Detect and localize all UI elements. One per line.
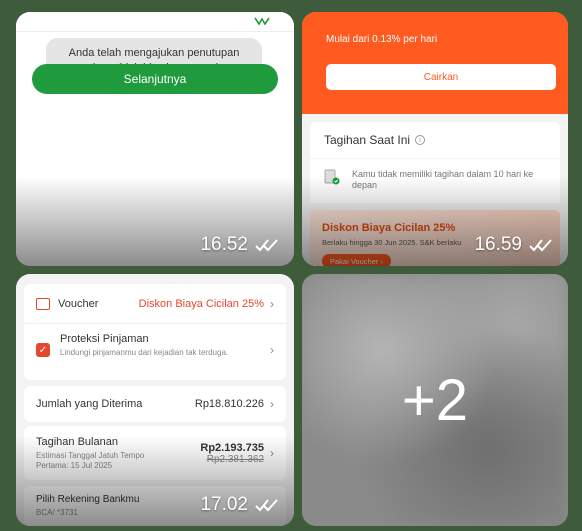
time-text: 16.59 [474, 234, 522, 255]
media-album: Anda telah mengajukan penutupan akun, ti… [0, 0, 582, 531]
bill-empty-state: Kamu tidak memiliki tagihan dalam 10 har… [310, 159, 560, 203]
received-label: Jumlah yang Diterima [36, 398, 143, 410]
monthly-value: Rp2.193.735 [200, 441, 264, 454]
voucher-protection-card: Voucher Diskon Biaya Cicilan 25% › ✓ Pro… [24, 284, 286, 380]
promo-subtitle: Berlaku hingga 30 Jun 2025. S&K berlaku [322, 238, 462, 247]
photo-tile-3[interactable]: Voucher Diskon Biaya Cicilan 25% › ✓ Pro… [16, 274, 294, 526]
timestamp: 17.02 [200, 494, 280, 516]
chevron-right-icon: › [270, 397, 274, 411]
received-row: Jumlah yang Diterima Rp18.810.226 › [24, 386, 286, 422]
due-value: Pertama: 15 Jul 2025 [36, 460, 113, 470]
monthly-bill-card[interactable]: Tagihan Bulanan Estimasi Tanggal Jatuh T… [24, 426, 286, 480]
voucher-icon [36, 297, 50, 310]
rate-text: Mulai dari 0.13% per hari [326, 34, 438, 45]
photo-tile-2[interactable]: Mulai dari 0.13% per hari Cairkan Tagiha… [302, 12, 568, 266]
monthly-old-value: Rp2.381.362 [206, 453, 264, 465]
signal-icon [254, 17, 270, 26]
current-bill-header: Tagihan Saat Ini i [310, 122, 560, 158]
double-check-icon [255, 499, 278, 512]
monthly-label: Tagihan Bulanan [36, 435, 118, 448]
timestamp: 16.59 [474, 234, 554, 256]
top-bar [16, 12, 294, 32]
chevron-right-icon: › [270, 446, 274, 460]
no-bill-text: Kamu tidak memiliki tagihan dalam 10 har… [352, 169, 534, 190]
chevron-right-icon: › [270, 296, 274, 311]
monthly-amounts: Rp2.193.735 Rp2.381.362 [200, 442, 264, 465]
protection-title: Proteksi Pinjaman [60, 333, 149, 345]
timestamp: 16.52 [200, 234, 280, 256]
loan-banner: Mulai dari 0.13% per hari Cairkan [302, 12, 568, 114]
due-label: Estimasi Tanggal Jatuh Tempo [36, 450, 145, 460]
voucher-value: Diskon Biaya Cicilan 25% [138, 297, 264, 310]
more-count: +2 [401, 367, 469, 433]
double-check-icon [529, 239, 552, 252]
withdraw-button[interactable]: Cairkan [326, 64, 556, 90]
photo-tile-more[interactable]: +2 [302, 274, 568, 526]
protection-text: Proteksi Pinjaman Lindungi pinjamanmu da… [60, 333, 264, 358]
use-voucher-button[interactable]: Pakai Voucher › [322, 254, 391, 266]
photo-tile-1[interactable]: Anda telah mengajukan penutupan akun, ti… [16, 12, 294, 266]
monthly-text: Tagihan Bulanan Estimasi Tanggal Jatuh T… [36, 436, 200, 471]
next-button[interactable]: Selanjutnya [32, 64, 278, 94]
time-text: 17.02 [200, 494, 248, 515]
use-voucher-label: Pakai Voucher [330, 256, 379, 266]
info-icon[interactable]: i [415, 135, 426, 145]
checkbox-checked-icon[interactable]: ✓ [36, 343, 50, 357]
promo-title: Diskon Biaya Cicilan 25% [322, 222, 456, 234]
received-card[interactable]: Jumlah yang Diterima Rp18.810.226 › [24, 386, 286, 422]
double-check-icon [255, 239, 278, 252]
time-text: 16.52 [200, 234, 248, 255]
monthly-row: Tagihan Bulanan Estimasi Tanggal Jatuh T… [24, 426, 286, 480]
received-value: Rp18.810.226 [194, 398, 264, 410]
document-check-icon [324, 169, 340, 185]
bill-title: Tagihan Saat Ini [324, 133, 411, 147]
protection-desc: Lindungi pinjamanmu dari kejadian tak te… [60, 348, 229, 357]
voucher-row[interactable]: Voucher Diskon Biaya Cicilan 25% › [24, 284, 286, 324]
protection-row[interactable]: ✓ Proteksi Pinjaman Lindungi pinjamanmu … [24, 324, 286, 380]
voucher-label: Voucher [58, 297, 99, 310]
chevron-right-icon: › [270, 343, 274, 357]
